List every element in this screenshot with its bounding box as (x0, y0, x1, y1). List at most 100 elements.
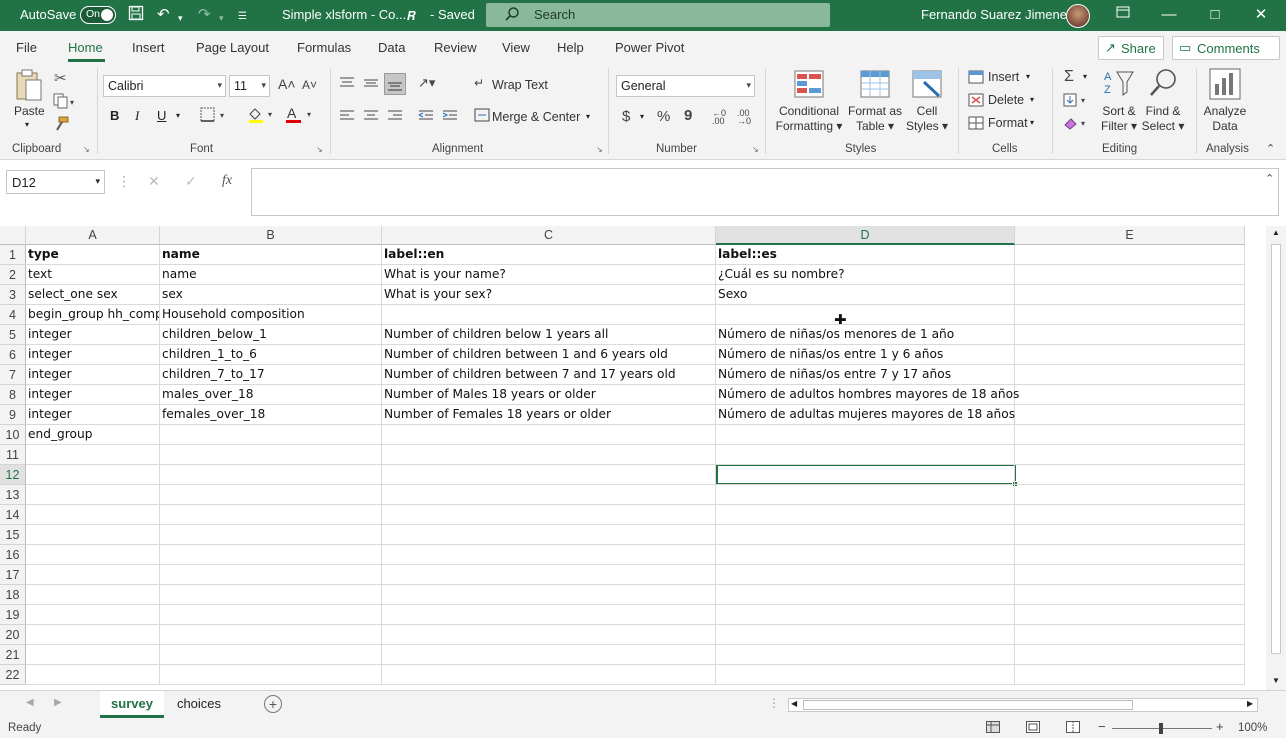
cell[interactable] (1015, 605, 1245, 625)
cell[interactable] (382, 605, 716, 625)
cut-icon[interactable]: ✂ (54, 69, 67, 87)
paste-dropdown-icon[interactable]: ▾ (25, 120, 29, 129)
sort-filter-icon[interactable]: AZ (1103, 68, 1135, 101)
currency-button[interactable]: $ (622, 108, 630, 125)
cell[interactable] (26, 565, 160, 585)
cell[interactable] (1015, 565, 1245, 585)
increase-font-icon[interactable]: A˄ (278, 76, 296, 92)
row-header[interactable]: 16 (0, 545, 26, 565)
name-box[interactable]: D12 ▾ (6, 170, 105, 194)
cell[interactable] (716, 565, 1015, 585)
select-all-corner[interactable] (0, 226, 26, 245)
row-header[interactable]: 12 (0, 465, 26, 485)
insert-dropdown-icon[interactable]: ▾ (1026, 72, 1030, 81)
row-header[interactable]: 14 (0, 505, 26, 525)
undo-dropdown-icon[interactable]: ▾ (178, 8, 183, 28)
analyze-data-label[interactable]: Analyze (1200, 104, 1250, 119)
customize-toolbar-icon[interactable]: ☰ (238, 7, 247, 27)
cell[interactable]: select_one sex (26, 285, 160, 305)
row-header[interactable]: 8 (0, 385, 26, 405)
cell[interactable] (716, 625, 1015, 645)
vertical-scroll-thumb[interactable] (1271, 244, 1281, 654)
avatar[interactable] (1066, 4, 1090, 28)
cell[interactable]: Number of children below 1 years all (382, 325, 716, 345)
cell-styles-label[interactable]: Cell (904, 104, 950, 119)
cell[interactable]: Number of children between 7 and 17 year… (382, 365, 716, 385)
align-right-icon[interactable] (387, 109, 403, 126)
row-header[interactable]: 1 (0, 245, 26, 265)
analyze-data-icon[interactable] (1209, 68, 1241, 103)
cell[interactable]: begin_group hh_comp (26, 305, 160, 325)
cell[interactable] (1015, 505, 1245, 525)
borders-icon[interactable]: ▾ (200, 107, 230, 126)
format-cells-button[interactable]: Format (988, 116, 1028, 130)
wrap-text-icon[interactable]: ↵ (474, 76, 484, 90)
row-header[interactable]: 22 (0, 665, 26, 685)
cell[interactable] (160, 625, 382, 645)
scroll-down-icon[interactable]: ▼ (1272, 676, 1280, 685)
row-header[interactable]: 20 (0, 625, 26, 645)
row-header[interactable]: 4 (0, 305, 26, 325)
cell[interactable] (716, 445, 1015, 465)
align-bottom-icon[interactable] (384, 73, 406, 95)
currency-dropdown-icon[interactable]: ▾ (640, 112, 644, 121)
cell[interactable]: ¿Cuál es su nombre? (716, 265, 1015, 285)
wrap-text-button[interactable]: Wrap Text (492, 78, 548, 92)
scroll-up-icon[interactable]: ▲ (1272, 228, 1280, 237)
vertical-scrollbar[interactable]: ▲ ▼ (1266, 226, 1286, 690)
cell[interactable] (382, 305, 716, 325)
cell[interactable] (382, 505, 716, 525)
search-box[interactable]: Search (486, 3, 830, 27)
cell[interactable]: Número de adultas mujeres mayores de 18 … (716, 405, 1015, 425)
spreadsheet-grid[interactable]: ABCDE 1 2 3 4 5 6 7 8 9 10 11 12 13 14 15 16 17 18 19 20 21 2… (0, 226, 1266, 688)
cell[interactable] (716, 525, 1015, 545)
sort-filter-label-2[interactable]: Filter ▾ (1097, 119, 1141, 134)
sort-filter-label[interactable]: Sort & (1097, 104, 1141, 119)
cell[interactable]: females_over_18 (160, 405, 382, 425)
cell[interactable] (1015, 345, 1245, 365)
cell[interactable] (1015, 265, 1245, 285)
bold-button[interactable]: B (110, 108, 119, 123)
zoom-slider-thumb[interactable] (1159, 723, 1163, 734)
alignment-launcher-icon[interactable]: ↘ (596, 145, 603, 154)
cell-styles-icon[interactable] (912, 70, 942, 101)
cell[interactable]: Number of Females 18 years or older (382, 405, 716, 425)
row-header[interactable]: 10 (0, 425, 26, 445)
zoom-in-icon[interactable]: + (1216, 719, 1224, 734)
delete-cells-button[interactable]: Delete (988, 93, 1024, 107)
cell[interactable] (160, 525, 382, 545)
insert-cells-button[interactable]: Insert (988, 70, 1019, 84)
cell[interactable] (1015, 665, 1245, 685)
row-header[interactable]: 19 (0, 605, 26, 625)
cell[interactable] (1015, 385, 1245, 405)
italic-button[interactable]: I (135, 108, 139, 124)
column-header-c[interactable]: C (382, 226, 716, 245)
cell[interactable] (382, 465, 716, 485)
cell[interactable]: What is your sex? (382, 285, 716, 305)
column-header-e[interactable]: E (1015, 226, 1245, 245)
cell[interactable]: name (160, 265, 382, 285)
row-header[interactable]: 7 (0, 365, 26, 385)
cell[interactable] (716, 485, 1015, 505)
cell[interactable]: integer (26, 365, 160, 385)
cell[interactable] (716, 665, 1015, 685)
cell[interactable] (382, 625, 716, 645)
cell[interactable] (1015, 285, 1245, 305)
cell[interactable] (382, 485, 716, 505)
align-left-icon[interactable] (339, 109, 355, 126)
ribbon-display-icon[interactable] (1113, 4, 1133, 26)
cell[interactable] (1015, 325, 1245, 345)
format-painter-icon[interactable] (53, 116, 69, 135)
row-header[interactable]: 3 (0, 285, 26, 305)
row-header[interactable]: 15 (0, 525, 26, 545)
cell[interactable] (1015, 405, 1245, 425)
cell[interactable]: children_1_to_6 (160, 345, 382, 365)
cell[interactable] (160, 445, 382, 465)
tab-view[interactable]: View (502, 40, 530, 55)
cell[interactable] (1015, 305, 1245, 325)
cell[interactable] (1015, 445, 1245, 465)
cell[interactable] (1015, 625, 1245, 645)
comma-button[interactable]: 9 (684, 107, 692, 124)
cell[interactable] (26, 585, 160, 605)
cell[interactable]: sex (160, 285, 382, 305)
